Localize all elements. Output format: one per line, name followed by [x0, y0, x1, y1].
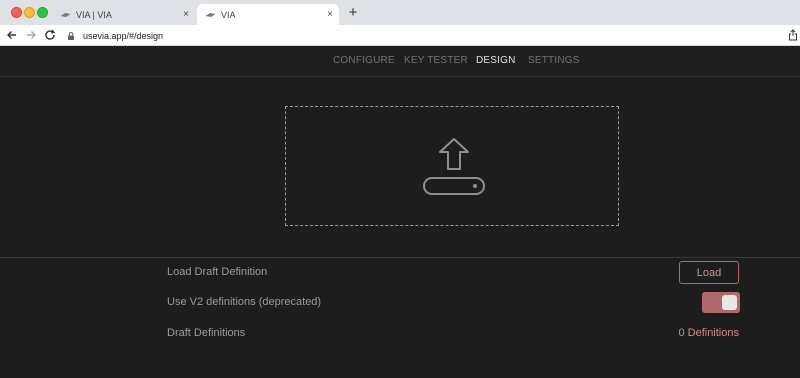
browser-toolbar: usevia.app/#/design — [0, 25, 800, 46]
new-tab-button[interactable]: + — [345, 5, 361, 21]
maximize-window-button[interactable] — [37, 7, 48, 18]
upload-icon — [423, 138, 485, 195]
draft-definitions-count: 0 Definitions — [678, 327, 739, 339]
tab-title: VIA | VIA — [76, 9, 112, 20]
nav-key-tester[interactable]: KEY TESTER — [404, 55, 468, 66]
reload-icon[interactable] — [43, 28, 57, 42]
back-arrow-icon[interactable] — [5, 28, 19, 42]
minimize-window-button[interactable] — [24, 7, 35, 18]
lock-icon — [68, 31, 74, 40]
nav-settings[interactable]: SETTINGS — [528, 55, 580, 66]
address-bar[interactable]: usevia.app/#/design — [62, 27, 787, 44]
nav-design[interactable]: DESIGN — [476, 55, 516, 66]
close-window-button[interactable] — [11, 7, 22, 18]
via-favicon-icon — [205, 12, 216, 17]
browser-tab-via-active[interactable]: VIA × — [197, 4, 339, 25]
use-v2-toggle[interactable] — [702, 292, 740, 313]
browser-tab-via[interactable]: VIA | VIA × — [52, 4, 195, 25]
browser-tab-bar: VIA | VIA × VIA × + — [0, 0, 800, 25]
tab-close-icon[interactable]: × — [177, 9, 195, 20]
section-divider — [0, 257, 800, 258]
share-icon[interactable] — [788, 29, 798, 41]
tab-close-icon[interactable]: × — [321, 9, 339, 20]
toggle-knob — [722, 295, 737, 310]
use-v2-label: Use V2 definitions (deprecated) — [167, 296, 322, 308]
app-top-nav: CONFIGURE KEY TESTER DESIGN SETTINGS — [0, 46, 800, 77]
tab-title: VIA — [221, 9, 236, 20]
definition-upload-dropzone[interactable] — [285, 106, 619, 226]
load-button[interactable]: Load — [679, 261, 739, 284]
forward-arrow-icon[interactable] — [24, 28, 38, 42]
draft-definitions-label: Draft Definitions — [167, 327, 246, 339]
url-text: usevia.app/#/design — [83, 30, 164, 41]
via-favicon-icon — [60, 12, 71, 17]
load-draft-label: Load Draft Definition — [167, 266, 268, 278]
nav-configure[interactable]: CONFIGURE — [333, 55, 395, 66]
